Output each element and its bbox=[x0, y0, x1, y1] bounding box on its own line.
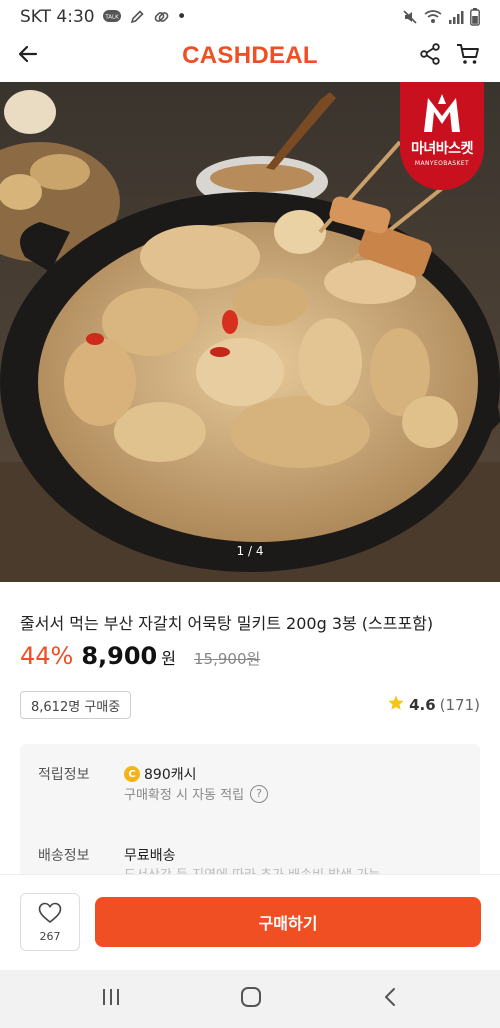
original-price: 15,900원 bbox=[194, 650, 261, 668]
shipping-label: 배송정보 bbox=[38, 848, 90, 864]
badge-sublabel: MANYEOBASKET bbox=[414, 160, 470, 167]
badge-label: 마녀바스켓 bbox=[411, 141, 473, 157]
wishlist-button[interactable]: 267 bbox=[20, 893, 80, 951]
back-button[interactable] bbox=[12, 40, 44, 72]
arrow-left-icon bbox=[16, 42, 40, 70]
points-label: 적립정보 bbox=[38, 767, 90, 783]
star-icon bbox=[387, 694, 405, 716]
buyers-badge: 8,612명 구매중 bbox=[20, 691, 132, 719]
brand-badge: 마녀바스켓 MANYEOBASKET bbox=[400, 82, 484, 190]
battery-icon bbox=[470, 8, 480, 26]
rating-value: 4.6 bbox=[409, 696, 436, 714]
status-dot: • bbox=[176, 7, 187, 27]
witch-m-logo-icon bbox=[420, 92, 464, 136]
buy-button[interactable]: 구매하기 bbox=[95, 897, 481, 947]
recent-apps-button[interactable] bbox=[96, 984, 126, 1014]
wifi-icon bbox=[424, 9, 442, 25]
status-bar: SKT 4:30 TALK • bbox=[0, 0, 500, 34]
system-back-button[interactable] bbox=[376, 984, 406, 1014]
cart-icon bbox=[455, 41, 481, 71]
back-nav-icon bbox=[381, 987, 401, 1011]
help-icon[interactable]: ? bbox=[250, 784, 269, 803]
review-count: (171) bbox=[439, 696, 480, 714]
signal-icon bbox=[448, 9, 464, 25]
discount-rate: 44% bbox=[20, 642, 74, 670]
talk-badge-text: TALK bbox=[104, 15, 119, 21]
mute-icon bbox=[402, 9, 418, 25]
link-icon bbox=[153, 9, 169, 25]
points-value: 890캐시 bbox=[144, 767, 197, 783]
bottom-action-bar: 267 구매하기 bbox=[0, 874, 500, 970]
home-button[interactable] bbox=[236, 984, 266, 1014]
rating[interactable]: 4.6 (171) bbox=[387, 694, 480, 716]
talk-icon: TALK bbox=[102, 10, 121, 24]
image-counter: 1 / 4 bbox=[236, 544, 264, 558]
product-title: 줄서서 먹는 부산 자갈치 어묵탕 밀키트 200g 3봉 (스프포함) bbox=[20, 614, 434, 633]
edit-icon bbox=[129, 9, 145, 25]
product-image[interactable]: 마녀바스켓 MANYEOBASKET 1 / 4 bbox=[0, 82, 500, 582]
share-button[interactable] bbox=[414, 40, 446, 72]
points-sub: 구매확정 시 자동 적립 bbox=[124, 788, 245, 803]
heart-icon bbox=[38, 902, 62, 928]
wishlist-count: 267 bbox=[39, 929, 61, 943]
recent-apps-icon bbox=[100, 987, 122, 1011]
price-row: 44% 8,900 원 15,900원 bbox=[20, 642, 260, 670]
share-icon bbox=[418, 42, 442, 70]
currency-unit: 원 bbox=[161, 649, 176, 668]
carrier-time: SKT 4:30 bbox=[20, 7, 95, 27]
cart-button[interactable] bbox=[452, 40, 484, 72]
points-sub-row: 구매확정 시 자동 적립 ? bbox=[124, 784, 269, 803]
home-icon bbox=[240, 986, 262, 1012]
system-nav-bar bbox=[0, 970, 500, 1028]
cash-coin-icon: C bbox=[124, 766, 140, 782]
app-header: CASHDEAL bbox=[0, 34, 500, 80]
points-value-row: C 890캐시 bbox=[124, 764, 196, 784]
sale-price: 8,900 bbox=[81, 642, 158, 670]
info-box: 적립정보 C 890캐시 구매확정 시 자동 적립 ? 배송정보 무료배송 도서… bbox=[20, 744, 480, 884]
shipping-value: 무료배송 bbox=[124, 848, 176, 864]
